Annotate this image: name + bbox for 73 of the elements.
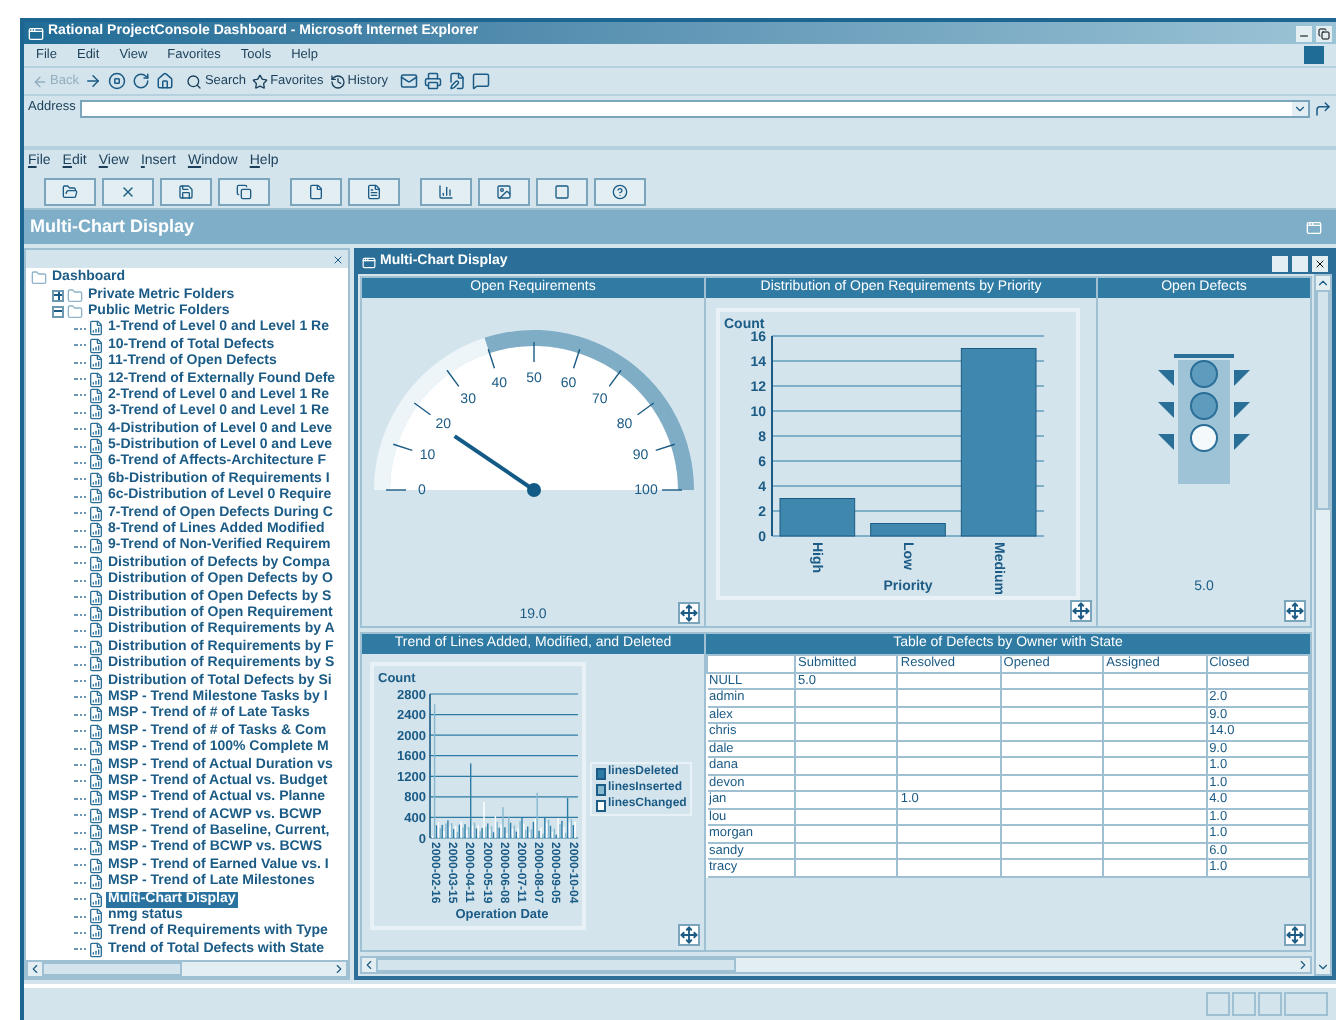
minimize-button[interactable] [1272,255,1288,271]
folder-icon [30,270,48,287]
mail-icon[interactable] [400,72,419,90]
window-icon [362,256,376,270]
horizontal-scrollbar[interactable] [26,960,348,978]
folder-icon [62,183,78,199]
scrollbar-thumb[interactable] [1316,290,1330,510]
minimize-button[interactable] [1296,25,1312,41]
bar-chart-icon [438,183,454,199]
browser-icon [28,25,44,41]
move-button[interactable] [678,601,700,623]
minimize-icon [1298,29,1310,41]
square-icon [554,183,570,199]
image-icon [496,183,512,199]
move-button[interactable] [678,924,700,946]
search-icon [186,73,203,89]
help-button[interactable] [594,177,646,205]
history-icon [329,73,346,89]
save-button[interactable] [160,177,212,205]
scrollbar-thumb[interactable] [376,958,736,972]
image-button[interactable] [478,177,530,205]
copy-button[interactable] [218,177,270,205]
close-button[interactable] [1312,255,1328,271]
printer-icon[interactable] [424,72,443,90]
help-icon [612,183,628,199]
expand-toggle[interactable] [52,289,64,302]
move-icon [1286,926,1304,944]
bar [779,498,856,537]
copy-icon [236,183,252,199]
bars-drawing [432,704,576,838]
restore-icon [1318,27,1330,39]
close-icon [120,183,136,199]
back-arrow-icon [32,73,48,89]
scrollbar-thumb[interactable] [42,962,182,976]
status-panel [1206,992,1230,1016]
move-button[interactable] [1284,924,1306,946]
chart-button[interactable] [420,177,472,205]
restore-button[interactable] [1316,25,1332,41]
page-title: Multi-Chart Display [30,213,195,240]
address-field[interactable] [79,99,1310,117]
close-icon [1314,257,1326,269]
discuss-icon[interactable] [472,72,491,90]
move-icon [1286,602,1304,620]
move-icon [680,603,698,621]
move-icon [1072,602,1090,620]
document-icon [308,183,324,199]
dropdown-arrow-icon[interactable] [1292,101,1308,115]
close-icon[interactable] [332,253,344,265]
stop-icon[interactable] [108,72,127,90]
forward-icon[interactable] [84,72,103,90]
restore-button[interactable] [1292,255,1308,271]
document-icon [366,183,382,199]
go-icon[interactable] [1314,99,1332,117]
gauge-needle [452,434,540,497]
home-icon[interactable] [156,72,175,90]
horizontal-scrollbar[interactable] [360,956,1312,974]
status-panel [1232,992,1256,1016]
vertical-scrollbar[interactable] [1314,274,1332,976]
browser-logo-icon [1304,46,1324,64]
refresh-icon[interactable] [132,72,151,90]
folder-icon [66,287,84,304]
document-button[interactable] [348,177,400,205]
move-button[interactable] [1070,600,1092,622]
bar [870,523,946,537]
window-button[interactable] [536,177,588,205]
collapse-toggle[interactable] [52,305,64,318]
folder-icon [66,303,84,320]
move-icon [680,926,698,944]
edit-icon[interactable] [448,72,467,90]
move-button[interactable] [1284,600,1306,622]
star-icon [252,73,269,89]
new-document-button[interactable] [290,177,342,205]
open-button[interactable] [44,177,96,205]
